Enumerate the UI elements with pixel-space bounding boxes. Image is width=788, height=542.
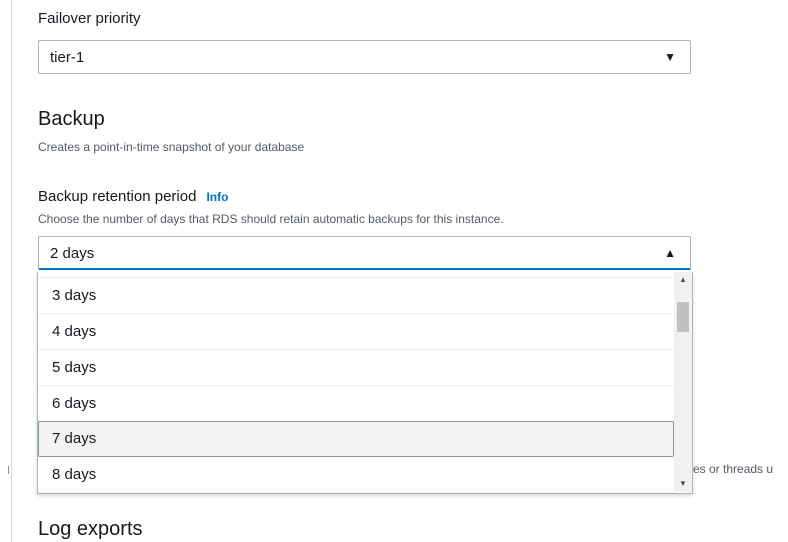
dropdown-option-label: 5 days <box>52 359 97 376</box>
backup-section-description: Creates a point-in-time snapshot of your… <box>38 140 305 154</box>
failover-priority-label: Failover priority <box>38 10 141 27</box>
dropdown-option[interactable]: 6 days <box>38 386 674 422</box>
scroll-down-arrow-icon[interactable]: ▼ <box>674 476 692 492</box>
dropdown-option[interactable]: 3 days <box>38 278 674 314</box>
caret-up-icon: ▲ <box>664 246 676 260</box>
scroll-up-arrow-icon[interactable]: ▲ <box>674 272 692 288</box>
rds-settings-page: Failover priority tier-1 ▼ Backup Create… <box>0 0 788 542</box>
failover-priority-value: tier-1 <box>50 49 85 66</box>
backup-retention-value: 2 days <box>50 245 95 262</box>
dropdown-option[interactable]: 5 days <box>38 350 674 386</box>
dropdown-scrollbar[interactable]: ▲ ▼ <box>674 272 692 492</box>
log-exports-section-title: Log exports <box>38 518 143 540</box>
dropdown-options-list: 3 days 4 days 5 days 6 days 7 days 8 day… <box>38 272 674 493</box>
dropdown-option-label: 8 days <box>52 466 97 483</box>
dropdown-option-label: 6 days <box>52 395 97 412</box>
section-divider-line <box>11 0 12 542</box>
backup-retention-dropdown: 3 days 4 days 5 days 6 days 7 days 8 day… <box>37 272 693 494</box>
info-link[interactable]: Info <box>206 190 228 204</box>
backup-retention-description: Choose the number of days that RDS shoul… <box>38 212 504 226</box>
scrollbar-thumb[interactable] <box>677 302 689 332</box>
dropdown-option-label: 7 days <box>52 430 97 447</box>
failover-priority-select[interactable]: tier-1 ▼ <box>38 40 691 74</box>
caret-down-icon: ▼ <box>664 50 676 64</box>
dropdown-option[interactable]: 8 days <box>38 457 674 493</box>
backup-retention-label-row: Backup retention period Info <box>38 188 228 205</box>
backup-retention-select[interactable]: 2 days ▲ <box>38 236 691 270</box>
backup-retention-label: Backup retention period <box>38 188 197 205</box>
dropdown-option-label: 3 days <box>52 287 97 304</box>
dropdown-option[interactable]: 4 days <box>38 314 674 350</box>
backup-section-title: Backup <box>38 108 105 130</box>
dropdown-option-hovered[interactable]: 7 days <box>38 421 674 457</box>
dropdown-option-label: 4 days <box>52 323 97 340</box>
divider-mark <box>8 466 9 474</box>
obscured-description-text: es or threads u <box>693 462 774 476</box>
